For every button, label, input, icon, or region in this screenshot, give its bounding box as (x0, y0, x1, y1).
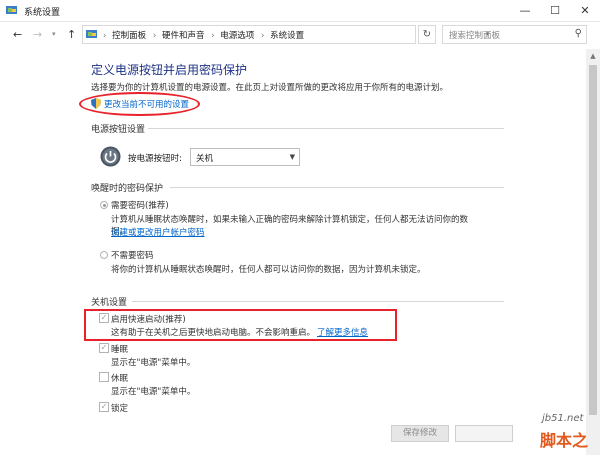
power-icon (100, 146, 121, 167)
section-divider (132, 301, 504, 302)
sleep-description: 显示在"电源"菜单中。 (111, 358, 196, 368)
require-password-label: 需要密码(推荐) (111, 201, 169, 211)
breadcrumb-separator-icon: › (103, 31, 107, 41)
no-password-description: 将你的计算机从睡眠状态唤醒时，任何人都可以访问你的数据，因为计算机未锁定。 (111, 265, 426, 275)
minimize-button[interactable]: — (510, 0, 540, 22)
search-placeholder: 搜索控制面板 (449, 31, 501, 41)
no-password-radio[interactable] (100, 251, 108, 259)
no-password-label: 不需要密码 (111, 251, 154, 261)
watermark-site: jb51.net (542, 413, 584, 424)
hibernate-description: 显示在"电源"菜单中。 (111, 387, 196, 397)
save-changes-button[interactable]: 保存修改 (391, 425, 449, 442)
wake-password-section-title: 唤醒时的密码保护 (91, 184, 164, 194)
breadcrumb-item-hardware-sound[interactable]: 硬件和声音 (162, 31, 205, 41)
power-button-section-title: 电源按钮设置 (91, 125, 146, 135)
hibernate-label: 休眠 (111, 374, 129, 384)
recent-locations-chevron-icon[interactable]: ▾ (52, 30, 56, 38)
window-title: 系统设置 (24, 8, 61, 18)
watermark: jb51.net 脚本之家 (538, 413, 600, 455)
scroll-up-arrow-icon[interactable]: ▲ (586, 49, 600, 63)
close-button[interactable]: ✕ (570, 0, 600, 22)
lock-checkbox[interactable]: ✓ (99, 402, 109, 412)
power-button-label: 按电源按钮时: (128, 154, 182, 164)
cancel-button[interactable] (455, 425, 513, 442)
breadcrumb-separator-icon[interactable]: › (211, 31, 214, 41)
control-panel-icon (6, 6, 17, 14)
breadcrumb-separator-icon[interactable]: › (261, 31, 264, 41)
breadcrumb-item-power-options[interactable]: 电源选项 (220, 31, 254, 41)
section-divider (148, 128, 504, 129)
control-panel-icon (86, 30, 97, 38)
page-title: 定义电源按钮并启用密码保护 (91, 63, 248, 77)
power-button-action-value: 关机 (196, 154, 214, 164)
section-divider (170, 187, 504, 188)
chevron-down-icon: ▼ (289, 153, 295, 161)
sleep-checkbox[interactable]: ✓ (99, 343, 109, 353)
highlight-box (84, 309, 397, 341)
breadcrumb-item-system-settings[interactable]: 系统设置 (270, 31, 304, 41)
refresh-icon: ↻ (422, 29, 432, 40)
highlight-ellipse (79, 92, 200, 116)
sleep-label: 睡眠 (111, 345, 129, 355)
require-password-radio[interactable] (100, 201, 108, 209)
refresh-button[interactable]: ↻ (418, 25, 436, 44)
breadcrumb-separator-icon[interactable]: › (153, 31, 156, 41)
create-change-password-link[interactable]: 创建或更改用户帐户密码 (111, 226, 205, 238)
forward-arrow-icon[interactable]: → (33, 28, 42, 41)
title-bar: 系统设置 — ☐ ✕ (0, 0, 600, 22)
require-password-description: 计算机从睡眠状态唤醒时，如果未输入正确的密码来解除计算机锁定，任何人都无法访问你… (111, 215, 469, 225)
hibernate-checkbox[interactable] (99, 372, 109, 382)
navigation-bar: ← → ▾ ↑ › 控制面板 › 硬件和声音 › 电源选项 › 系统设置 ▾ ↻… (0, 22, 600, 48)
breadcrumb-item-control-panel[interactable]: 控制面板 (112, 31, 146, 41)
power-button-action-select[interactable]: 关机 ▼ (190, 148, 300, 166)
breadcrumb: › 控制面板 › 硬件和声音 › 电源选项 › 系统设置 (102, 29, 307, 41)
search-icon: ⚲ (574, 28, 582, 39)
shutdown-section-title: 关机设置 (91, 298, 128, 308)
maximize-button[interactable]: ☐ (540, 0, 570, 22)
vertical-scrollbar[interactable]: ▲ (586, 49, 600, 455)
scroll-thumb[interactable] (589, 65, 597, 415)
content-area: 定义电源按钮并启用密码保护 选择要为你的计算机设置的电源设置。在此页上对设置所做… (0, 49, 586, 455)
lock-label: 锁定 (111, 404, 129, 414)
search-input[interactable]: 搜索控制面板 ⚲ (442, 25, 587, 44)
watermark-brand: 脚本之家 (540, 431, 589, 450)
address-bar[interactable]: › 控制面板 › 硬件和声音 › 电源选项 › 系统设置 ▾ (82, 25, 490, 44)
back-arrow-icon[interactable]: ← (13, 28, 22, 41)
up-arrow-icon[interactable]: ↑ (67, 28, 76, 41)
